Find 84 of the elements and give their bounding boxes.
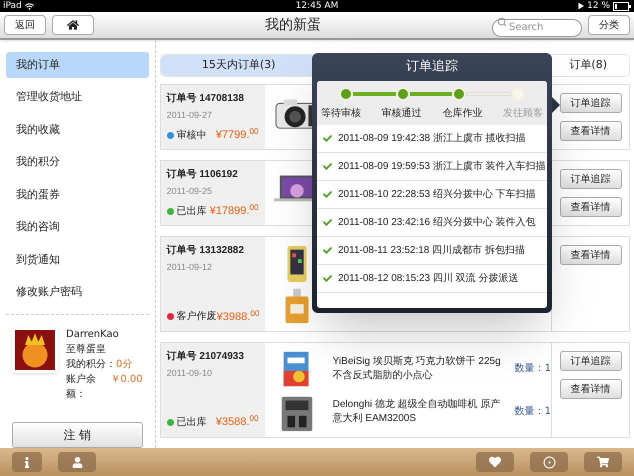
step-label: 仓库作业 [442, 106, 482, 121]
order-button[interactable]: 查看详情 [560, 245, 622, 266]
order-button[interactable]: 订单追踪 [560, 169, 622, 190]
product-quantity: 数量：1 [514, 362, 551, 376]
tracking-event: 2011-08-09 19:59:53 浙江上虞市 装件入车扫描 [338, 160, 546, 174]
check-icon [323, 162, 332, 171]
order-number: 订单号 13132882 [166, 244, 245, 258]
wifi-icon [24, 2, 34, 10]
history-button[interactable] [530, 452, 568, 472]
tracking-event: 2011-08-11 23:52:18 四川成都市 拆包扫描 [338, 244, 525, 258]
order-price: ¥7799.$^{00}$ [216, 126, 259, 143]
check-icon [323, 274, 332, 283]
sidebar-item[interactable]: 管理收货地址 [6, 84, 149, 110]
order-price: ¥3988.$^{00}$ [216, 308, 260, 325]
order-number: 订单号 21074933 [166, 350, 245, 364]
balance-value: ￥0.00 [110, 372, 143, 387]
points-label: 我的积分： [66, 358, 116, 372]
order-date: 2011-09-27 [166, 109, 213, 122]
order-button[interactable]: 订单追踪 [560, 93, 622, 114]
tracking-event: 2011-08-10 23:42:16 绍兴分拨中心 装件入包 [338, 216, 536, 230]
step-label: 发往顾客 [502, 106, 543, 121]
home-button[interactable] [52, 15, 94, 35]
account-button[interactable] [58, 452, 96, 472]
tab[interactable]: 订单(8) [561, 55, 615, 76]
sidebar-item[interactable]: 我的订单 [6, 52, 149, 78]
step-label: 等待审核 [321, 106, 361, 121]
order-date: 2011-09-25 [166, 185, 213, 198]
check-icon [323, 190, 332, 199]
order-status: 已出库 [176, 416, 207, 430]
battery-percent: 12 % [587, 2, 610, 10]
order-number: 订单号 14708138 [166, 92, 245, 106]
step-label: 审核通过 [382, 106, 422, 121]
play-icon [578, 3, 584, 9]
points-value: 0分 [116, 358, 132, 372]
popover-title: 订单追踪 [406, 58, 458, 76]
user-level: 至尊蛋皇 [66, 342, 107, 357]
sidebar-item[interactable]: 修改账户密码 [6, 279, 149, 306]
sidebar-item[interactable]: 我的咨询 [6, 214, 149, 240]
product-name: YiBeiSig 埃贝斯克 巧克力软饼干 225g 不含反式脂肪的小点心 [332, 354, 502, 383]
battery-icon [613, 2, 631, 10]
tracking-event: 2011-08-10 22:28:53 绍兴分拨中心 下车扫描 [338, 188, 536, 202]
circle-dot-icon [542, 456, 556, 468]
page-title: 我的新蛋 [265, 16, 321, 34]
sidebar-item[interactable]: 我的积分 [6, 149, 149, 176]
product-name: Delonghi 德龙 超级全自动咖啡机 原产意大利 EAM3200S [332, 398, 502, 426]
order-number: 订单号 1106192 [166, 168, 239, 182]
category-button[interactable]: 分类 [588, 15, 630, 35]
order-price: ¥3588.$^{00}$ [216, 414, 259, 430]
order-button[interactable]: 查看详情 [560, 197, 622, 218]
info-icon [23, 456, 31, 468]
favorites-button[interactable] [476, 452, 514, 472]
search-field[interactable]: Search [492, 18, 582, 36]
check-icon [323, 246, 332, 255]
tracking-event: 2011-08-09 19:42:38 浙江上虞市 揽收扫描 [338, 132, 526, 146]
check-icon [323, 218, 332, 227]
person-icon [72, 456, 82, 468]
order-status: 已出库 [176, 204, 207, 219]
home-icon [67, 19, 79, 31]
order-button[interactable]: 订单追踪 [560, 351, 622, 372]
order-date: 2011-09-12 [166, 261, 213, 274]
clock-time: 12:45 AM [294, 2, 340, 10]
user-name: DarrenKao [66, 328, 120, 342]
search-icon [497, 17, 507, 27]
sidebar-item[interactable]: 到货通知 [6, 246, 149, 273]
pointer-arrow [552, 97, 560, 113]
product-quantity: 数量：1 [514, 405, 551, 420]
device-name: iPad [3, 2, 22, 10]
cart-button[interactable] [584, 452, 622, 472]
heart-icon [489, 456, 501, 468]
sidebar-item[interactable]: 我的蛋券 [6, 182, 149, 208]
order-button[interactable]: 查看详情 [560, 379, 622, 400]
info-button[interactable] [12, 452, 42, 472]
sidebar-item[interactable]: 我的收藏 [6, 116, 149, 143]
order-button[interactable]: 查看详情 [560, 121, 622, 142]
cart-icon [597, 456, 609, 468]
check-icon [323, 134, 332, 143]
logout-button[interactable]: 注 销 [12, 422, 143, 448]
order-price: ¥17899.$^{00}$ [210, 202, 259, 219]
tracking-event: 2011-08-12 08:15:23 四川 双流 分拨派送 [338, 272, 518, 286]
back-button[interactable]: 返回 [4, 15, 46, 35]
order-date: 2011-09-10 [166, 367, 213, 380]
balance-label: 账户余额： [66, 372, 97, 402]
order-status: 审核中 [176, 128, 207, 143]
order-status: 客户作废 [176, 310, 217, 324]
